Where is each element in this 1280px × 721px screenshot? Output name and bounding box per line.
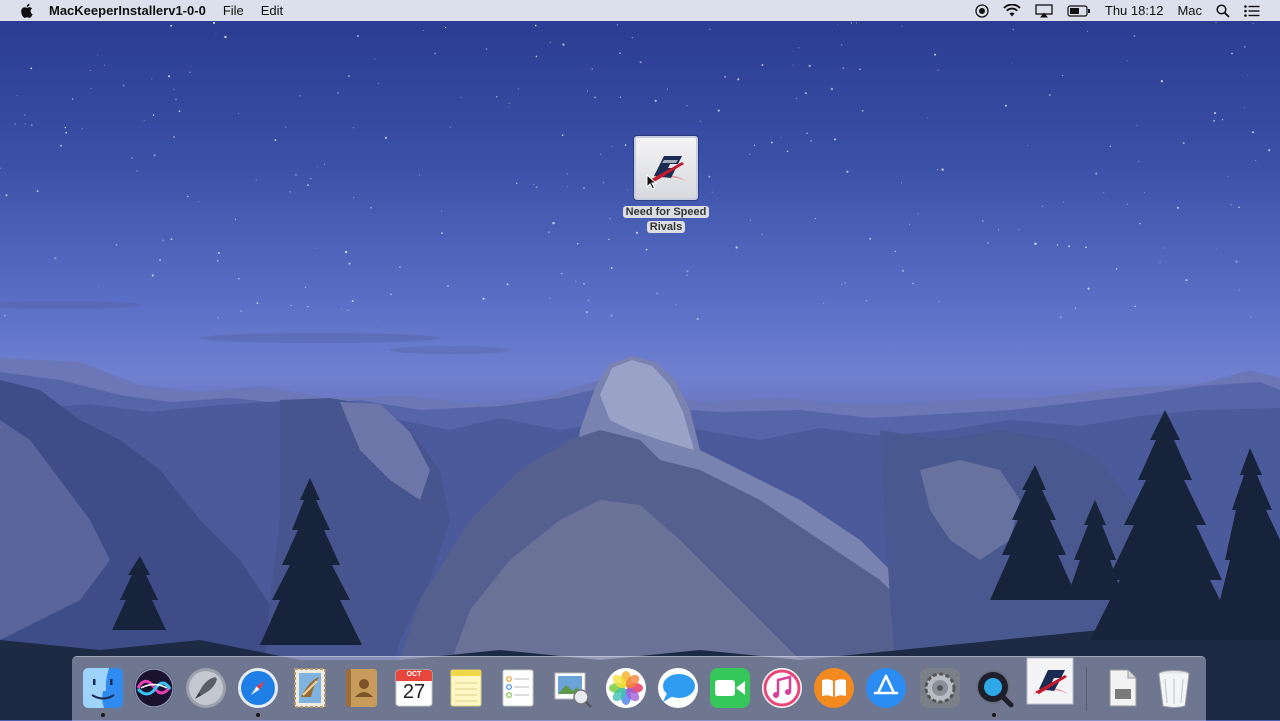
finder-icon [83,668,123,708]
dock-finder[interactable] [81,666,125,717]
wifi-icon[interactable] [1003,4,1021,17]
dock-calendar[interactable]: OCT 27 [392,666,436,710]
menu-file[interactable]: File [223,3,244,18]
desktop-file-label-line1: Need for Speed [622,206,710,218]
system-preferences-gear-icon [920,668,960,708]
dock-siri[interactable] [132,666,176,710]
spotlight-search-icon[interactable] [1216,3,1230,18]
battery-icon[interactable] [1067,4,1091,17]
preview-icon [554,672,592,708]
menu-bar: MacKeeperInstallerv1-0-0 File Edit Thu 1… [0,0,1280,21]
dock-reminders[interactable] [496,666,540,710]
dock-quicktime[interactable] [972,666,1016,717]
dock-launchpad[interactable] [184,666,228,710]
yosemite-landscape-image [0,21,1280,720]
menu-edit[interactable]: Edit [261,3,283,18]
desktop-file-label: Need for Speed Rivals [618,205,714,235]
dock-photos[interactable] [604,666,648,710]
mail-stamp-icon [294,668,326,708]
dock-preview[interactable] [550,666,594,710]
dock-notes[interactable] [444,666,488,710]
need-for-speed-app-icon[interactable] [634,136,698,200]
running-indicator [101,713,105,717]
airplay-icon[interactable] [1035,3,1053,18]
launchpad-rocket-icon [186,668,226,708]
safari-compass-icon [238,668,278,708]
running-indicator [992,713,996,717]
apple-logo-icon[interactable] [18,2,34,19]
calendar-day: 27 [402,681,426,703]
dock-mail[interactable] [288,666,332,710]
dock-downloads[interactable] [1100,666,1144,710]
dock-separator [1086,667,1087,711]
desktop-file-icon[interactable]: Need for Speed Rivals [616,136,716,235]
facetime-icon [710,668,750,708]
dock-safari[interactable] [236,666,280,717]
photos-icon [606,668,646,708]
active-app-name[interactable]: MacKeeperInstallerv1-0-0 [49,3,206,18]
dock-contacts[interactable] [340,666,384,710]
status-area: Thu 18:12 Mac [961,0,1280,21]
mouse-cursor [646,173,658,195]
dock-trash[interactable] [1152,666,1196,710]
dock-app-store[interactable] [864,666,908,710]
notes-icon [450,669,482,707]
clock[interactable]: Thu 18:12 [1105,3,1164,18]
dock-itunes[interactable] [760,666,804,710]
desktop-wallpaper [0,0,1280,720]
dock-ibooks[interactable] [812,666,856,710]
dock-facetime[interactable] [708,666,752,710]
reminders-icon [502,669,534,707]
running-indicator [256,713,260,717]
trash-icon [1158,670,1190,708]
ibooks-icon [814,668,854,708]
dock-need-for-speed[interactable] [1026,657,1074,705]
dock-messages[interactable] [656,666,700,710]
calendar-month: OCT [406,671,422,678]
dock-system-preferences[interactable] [918,666,962,710]
contacts-book-icon [346,669,377,707]
downloads-file-icon [1109,669,1137,707]
notification-center-icon[interactable] [1244,4,1260,17]
dock: OCT 27 [72,656,1206,721]
record-icon[interactable] [975,3,989,18]
user-name[interactable]: Mac [1177,3,1202,18]
quicktime-icon [976,670,1014,708]
need-for-speed-app-icon [1026,657,1074,705]
messages-icon [658,668,698,708]
desktop-file-label-line2: Rivals [646,221,686,233]
app-store-icon [866,668,906,708]
itunes-icon [762,668,802,708]
siri-icon [134,668,174,708]
